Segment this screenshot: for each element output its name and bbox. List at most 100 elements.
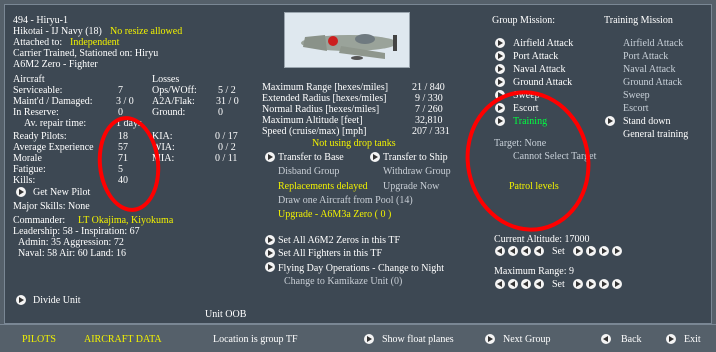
reserve-label: In Reserve: (13, 107, 59, 118)
attached-value[interactable]: Independent (70, 37, 119, 48)
maintained-label: Maint'd / Damaged: (13, 96, 93, 107)
training-stand-down[interactable]: Stand down (623, 116, 671, 127)
exit-icon[interactable] (666, 334, 676, 344)
transfer-base-icon[interactable] (265, 152, 275, 162)
max-range-value: 21 / 840 (412, 82, 445, 93)
get-new-pilot-icon[interactable] (16, 187, 26, 197)
port-attack-icon[interactable] (495, 51, 505, 61)
replacements-status[interactable]: Replacements delayed (278, 181, 368, 192)
no-resize-notice: No resize allowed (110, 26, 183, 37)
naval-attack-icon[interactable] (495, 64, 505, 74)
range-decrease-small-icon[interactable] (534, 279, 544, 289)
training-ground-attack[interactable]: Ground Attack (623, 77, 682, 88)
training-port-attack[interactable]: Port Attack (623, 51, 668, 62)
disband-group-button[interactable]: Disband Group (278, 166, 339, 177)
leadership-info: Leadership: 58 - Inspiration: 67 (13, 226, 140, 237)
transfer-ship-icon[interactable] (370, 152, 380, 162)
range-set-button[interactable]: Set (552, 279, 565, 290)
set-all-fighters-icon[interactable] (265, 248, 275, 258)
set-all-zeros-icon[interactable] (265, 235, 275, 245)
mission-naval-attack[interactable]: Naval Attack (513, 64, 565, 75)
kamikaze-button[interactable]: Change to Kamikaze Unit (0) (284, 276, 402, 287)
range-increase-mid-icon[interactable] (599, 279, 609, 289)
drop-tanks-status[interactable]: Not using drop tanks (312, 138, 396, 149)
withdraw-group-button[interactable]: Withdraw Group (383, 166, 451, 177)
range-decrease-icon[interactable] (521, 279, 531, 289)
show-float-planes-button[interactable]: Show float planes (382, 334, 454, 345)
altitude-increase-icon[interactable] (586, 246, 596, 256)
upgrade-now-button[interactable]: Upgrade Now (383, 181, 439, 192)
training-airfield-attack[interactable]: Airfield Attack (623, 38, 683, 49)
speed-label: Speed (cruise/max) [mph] (262, 126, 367, 137)
training-general[interactable]: General training (623, 129, 688, 140)
opswoff-label: Ops/WOff: (152, 85, 197, 96)
next-group-button[interactable]: Next Group (503, 334, 551, 345)
wia-value: 0 / 2 (218, 142, 236, 153)
carrier-info: Carrier Trained, Stationed on: Hiryu (13, 48, 159, 59)
back-icon[interactable] (601, 334, 611, 344)
stand-down-icon[interactable] (605, 116, 615, 126)
altitude-decrease-small-icon[interactable] (534, 246, 544, 256)
pilots-tab[interactable]: PILOTS (22, 334, 56, 345)
range-decrease-mid-icon[interactable] (508, 279, 518, 289)
training-naval-attack[interactable]: Naval Attack (623, 64, 675, 75)
ground-attack-icon[interactable] (495, 77, 505, 87)
divide-unit-button[interactable]: Divide Unit (33, 295, 81, 306)
altitude-increase-big-icon[interactable] (612, 246, 622, 256)
ground-loss-value: 0 (218, 107, 223, 118)
transfer-ship-button[interactable]: Transfer to Ship (383, 152, 448, 163)
next-group-icon[interactable] (485, 334, 495, 344)
maintained-value: 3 / 0 (116, 96, 134, 107)
altitude-decrease-mid-icon[interactable] (508, 246, 518, 256)
back-button[interactable]: Back (621, 334, 642, 345)
altitude-increase-mid-icon[interactable] (599, 246, 609, 256)
unit-oob-button[interactable]: Unit OOB (205, 309, 246, 320)
aircraft-image (284, 12, 410, 68)
set-all-fighters-button[interactable]: Set All Fighters in this TF (278, 248, 382, 259)
upgrade-model-button[interactable]: Upgrade - A6M3a Zero ( 0 ) (278, 209, 391, 220)
a2aflak-value: 31 / 0 (216, 96, 239, 107)
morale-label: Morale (13, 153, 42, 164)
range-increase-small-icon[interactable] (573, 279, 583, 289)
flying-day-button[interactable]: Flying Day Operations - Change to Night (278, 263, 444, 274)
altitude-decrease-icon[interactable] (521, 246, 531, 256)
divide-unit-icon[interactable] (16, 295, 26, 305)
aircraft-heading: Aircraft (13, 74, 45, 85)
admin-info: Admin: 35 Aggression: 72 (18, 237, 124, 248)
set-all-zeros-button[interactable]: Set All A6M2 Zeros in this TF (278, 235, 400, 246)
training-mission-label: Training Mission (604, 15, 673, 26)
major-skills: Major Skills: None (13, 201, 90, 212)
airfield-attack-icon[interactable] (495, 38, 505, 48)
transfer-base-button[interactable]: Transfer to Base (278, 152, 344, 163)
ground-loss-label: Ground: (152, 107, 186, 118)
altitude-increase-small-icon[interactable] (573, 246, 583, 256)
exit-button[interactable]: Exit (684, 334, 701, 345)
ext-radius-value: 9 / 330 (415, 93, 443, 104)
altitude-set-button[interactable]: Set (552, 246, 565, 257)
training-escort[interactable]: Escort (623, 103, 649, 114)
naval-info: Naval: 58 Air: 60 Land: 16 (18, 248, 127, 259)
range-increase-big-icon[interactable] (612, 279, 622, 289)
draw-aircraft-button[interactable]: Draw one Aircraft from Pool (14) (278, 195, 413, 206)
commander-label: Commander: (13, 215, 66, 226)
window: 494 - Hiryu-1 Hikotai - IJ Navy (18) No … (0, 0, 716, 352)
show-float-planes-icon[interactable] (364, 334, 374, 344)
group-mission-label: Group Mission: (492, 15, 556, 26)
max-range-label: Maximum Range [hexes/miles] (262, 82, 389, 93)
commander-name[interactable]: LT Okajima, Kiyokuma (78, 215, 173, 226)
range-decrease-big-icon[interactable] (495, 279, 505, 289)
mission-ground-attack[interactable]: Ground Attack (513, 77, 572, 88)
ext-radius-label: Extended Radius [hexes/miles] (262, 93, 387, 104)
serviceable-label: Serviceable: (13, 85, 63, 96)
mission-airfield-attack[interactable]: Airfield Attack (513, 38, 573, 49)
mia-value: 0 / 11 (215, 153, 238, 164)
aircraft-data-tab[interactable]: AIRCRAFT DATA (84, 334, 162, 345)
training-sweep[interactable]: Sweep (623, 90, 650, 101)
range-increase-icon[interactable] (586, 279, 596, 289)
flying-day-icon[interactable] (265, 262, 275, 272)
mission-port-attack[interactable]: Port Attack (513, 51, 558, 62)
altitude-decrease-big-icon[interactable] (495, 246, 505, 256)
ready-pilots-label: Ready Pilots: (13, 131, 67, 142)
kills-label: Kills: (13, 175, 36, 186)
get-new-pilot-button[interactable]: Get New Pilot (33, 187, 90, 198)
